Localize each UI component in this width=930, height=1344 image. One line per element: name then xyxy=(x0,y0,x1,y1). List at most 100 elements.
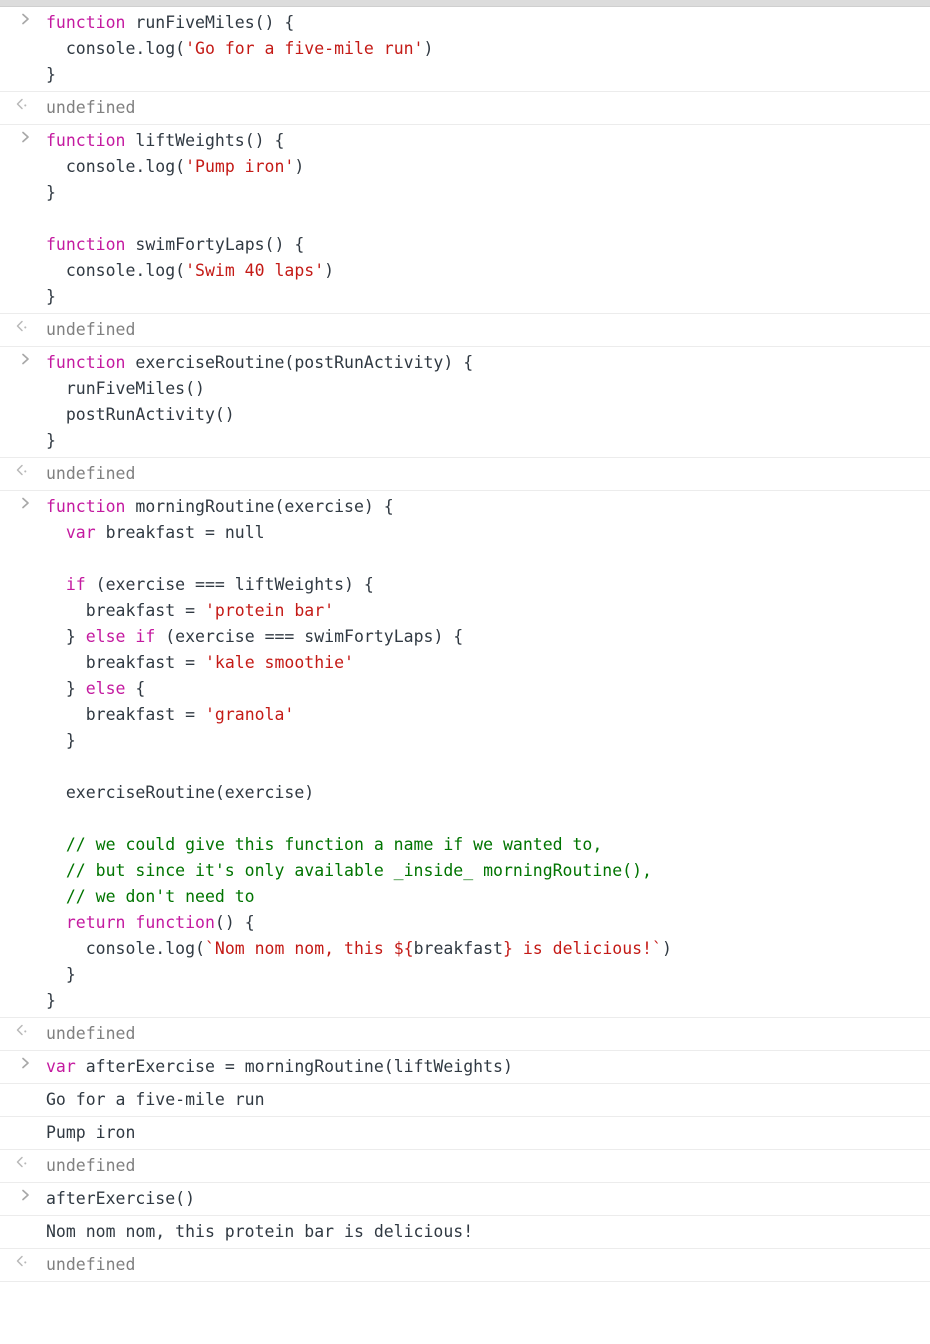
code-line: } xyxy=(46,284,922,310)
code-line: postRunActivity() xyxy=(46,402,922,428)
console-input-message[interactable]: function morningRoutine(exercise) { var … xyxy=(0,491,930,1018)
console-result-message[interactable]: undefined xyxy=(0,1150,930,1183)
code-line: afterExercise() xyxy=(46,1186,922,1212)
token-res: undefined xyxy=(46,320,136,339)
token-kw: function xyxy=(46,13,126,32)
code-line: } else { xyxy=(46,676,922,702)
devtools-console-panel[interactable]: function runFiveMiles() { console.log('G… xyxy=(0,0,930,1344)
token-out: Go for a five-mile run xyxy=(46,1090,265,1109)
code-line: breakfast = 'granola' xyxy=(46,702,922,728)
token-txt: () { xyxy=(214,913,255,932)
token-txt: morningRoutine(exercise) { xyxy=(125,497,394,516)
token-kw: function xyxy=(46,131,126,150)
token-txt: } xyxy=(46,287,56,306)
token-txt: console.log( xyxy=(46,261,186,280)
code-line: } xyxy=(46,428,922,454)
token-kw: else if xyxy=(85,627,156,646)
token-txt: } xyxy=(46,679,86,698)
console-result-message[interactable]: undefined xyxy=(0,458,930,491)
token-kw: function xyxy=(46,235,126,254)
console-log-message[interactable]: Go for a five-mile run xyxy=(0,1084,930,1117)
token-txt: breakfast = xyxy=(46,653,205,672)
token-res: undefined xyxy=(46,98,136,117)
token-cmt: // we could give this function a name if… xyxy=(46,835,603,854)
token-str: 'kale smoothie' xyxy=(204,653,354,672)
code-line: // we don't need to xyxy=(46,884,922,910)
console-input-message[interactable]: var afterExercise = morningRoutine(liftW… xyxy=(0,1051,930,1084)
token-txt: ) xyxy=(294,157,305,176)
token-kw: function xyxy=(46,353,126,372)
code-line: Go for a five-mile run xyxy=(46,1087,922,1113)
token-str: } is delicious!` xyxy=(502,939,662,958)
code-line: undefined xyxy=(46,461,922,487)
code-line: exerciseRoutine(exercise) xyxy=(46,780,922,806)
token-txt: (exercise === swimFortyLaps) { xyxy=(155,627,464,646)
code-line: console.log('Pump iron') xyxy=(46,154,922,180)
message-text: Nom nom nom, this protein bar is delicio… xyxy=(0,1219,930,1245)
message-text: function exerciseRoutine(postRunActivity… xyxy=(0,350,930,454)
console-result-message[interactable]: undefined xyxy=(0,314,930,347)
message-text: var afterExercise = morningRoutine(liftW… xyxy=(0,1054,930,1080)
code-line: function liftWeights() { xyxy=(46,128,922,154)
token-res: undefined xyxy=(46,1024,136,1043)
console-message-list[interactable]: function runFiveMiles() { console.log('G… xyxy=(0,7,930,1282)
code-line: } xyxy=(46,180,922,206)
code-line: console.log('Swim 40 laps') xyxy=(46,258,922,284)
token-txt: liftWeights() { xyxy=(125,131,285,150)
token-txt: runFiveMiles() xyxy=(46,379,205,398)
token-txt: runFiveMiles() { xyxy=(125,13,295,32)
console-result-message[interactable]: undefined xyxy=(0,1018,930,1051)
message-text: afterExercise() xyxy=(0,1186,930,1212)
token-txt: ) xyxy=(423,39,434,58)
code-line: } xyxy=(46,988,922,1014)
code-line: var breakfast = null xyxy=(46,520,922,546)
console-result-message[interactable]: undefined xyxy=(0,1249,930,1282)
console-log-message[interactable]: Pump iron xyxy=(0,1117,930,1150)
token-txt: breakfast = null xyxy=(95,523,265,542)
code-line: undefined xyxy=(46,95,922,121)
token-kw: else xyxy=(85,679,126,698)
token-kw: var xyxy=(65,523,96,542)
console-input-message[interactable]: function liftWeights() { console.log('Pu… xyxy=(0,125,930,314)
console-input-message[interactable]: function exerciseRoutine(postRunActivity… xyxy=(0,347,930,458)
code-line: } xyxy=(46,962,922,988)
token-res: undefined xyxy=(46,1156,136,1175)
code-line: function runFiveMiles() { xyxy=(46,10,922,36)
token-txt: console.log( xyxy=(46,39,186,58)
console-input-message[interactable]: afterExercise() xyxy=(0,1183,930,1216)
token-kw: function xyxy=(46,497,126,516)
token-txt: { xyxy=(125,679,146,698)
code-line: } xyxy=(46,62,922,88)
code-line: console.log(`Nom nom nom, this ${breakfa… xyxy=(46,936,922,962)
token-cmt: // we don't need to xyxy=(46,887,255,906)
code-line: function swimFortyLaps() { xyxy=(46,232,922,258)
code-line: undefined xyxy=(46,1021,922,1047)
token-txt: } xyxy=(46,965,76,984)
token-txt: console.log( xyxy=(46,939,205,958)
console-input-message[interactable]: function runFiveMiles() { console.log('G… xyxy=(0,7,930,92)
token-str: 'granola' xyxy=(204,705,295,724)
console-toolbar-divider xyxy=(0,0,930,7)
token-kw: if xyxy=(65,575,86,594)
message-text: function morningRoutine(exercise) { var … xyxy=(0,494,930,1014)
console-result-message[interactable]: undefined xyxy=(0,92,930,125)
token-txt: exerciseRoutine(postRunActivity) { xyxy=(125,353,474,372)
code-line: } else if (exercise === swimFortyLaps) { xyxy=(46,624,922,650)
message-text: Pump iron xyxy=(0,1120,930,1146)
token-txt: console.log( xyxy=(46,157,186,176)
token-res: undefined xyxy=(46,1255,136,1274)
token-str: `Nom nom nom, this ${ xyxy=(204,939,414,958)
console-log-message[interactable]: Nom nom nom, this protein bar is delicio… xyxy=(0,1216,930,1249)
code-line: runFiveMiles() xyxy=(46,376,922,402)
token-txt: } xyxy=(46,731,76,750)
token-str: 'Swim 40 laps' xyxy=(185,261,325,280)
token-txt: } xyxy=(46,183,56,202)
code-line: function morningRoutine(exercise) { xyxy=(46,494,922,520)
token-kw: var xyxy=(46,1057,76,1076)
message-text: undefined xyxy=(0,95,930,121)
